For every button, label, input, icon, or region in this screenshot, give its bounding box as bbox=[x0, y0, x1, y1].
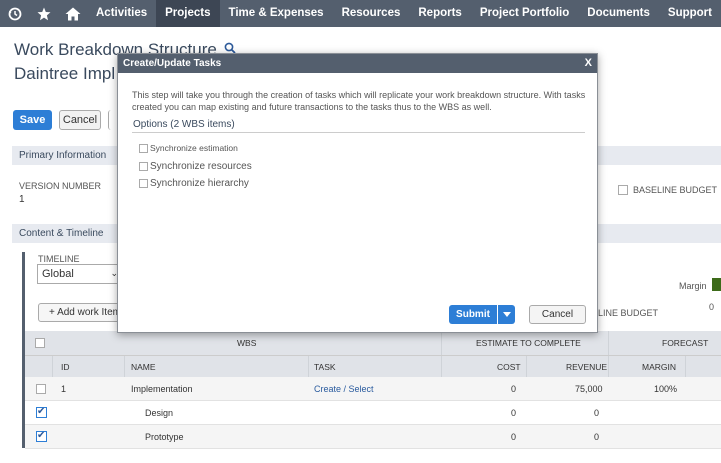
row-name: Implementation bbox=[131, 383, 193, 394]
table-column-header: ID NAME TASK COST REVENUE MARGIN bbox=[25, 355, 721, 377]
dialog-cancel-button[interactable]: Cancel bbox=[529, 305, 586, 324]
recent-icon[interactable] bbox=[0, 0, 29, 27]
nav-projects[interactable]: Projects bbox=[156, 0, 220, 27]
submit-button-group: Submit bbox=[449, 305, 515, 324]
col-cost[interactable]: COST bbox=[497, 356, 521, 377]
nav-activities[interactable]: Activities bbox=[87, 0, 156, 27]
table-row[interactable]: Prototype 0 0 bbox=[25, 425, 721, 449]
save-button[interactable]: Save bbox=[13, 110, 52, 130]
row-cost: 0 bbox=[511, 383, 517, 394]
timeline-select-value: Global bbox=[42, 268, 74, 280]
group-forecast: FORECAST bbox=[662, 338, 709, 348]
nav-time-expenses[interactable]: Time & Expenses bbox=[220, 0, 333, 27]
nav-reports[interactable]: Reports bbox=[409, 0, 470, 27]
col-revenue[interactable]: REVENUE bbox=[566, 356, 607, 377]
page-subtitle: Daintree Impl bbox=[14, 64, 116, 83]
row-id: 1 bbox=[61, 383, 67, 394]
row-task-link[interactable]: Create / Select bbox=[314, 377, 374, 400]
close-icon[interactable]: X bbox=[585, 54, 592, 73]
timeline-select[interactable]: Global ⌄ bbox=[37, 264, 123, 284]
version-number-value: 1 bbox=[19, 194, 25, 205]
baseline-budget-field[interactable]: BASELINE BUDGET bbox=[618, 185, 717, 195]
nav-project-portfolio[interactable]: Project Portfolio bbox=[471, 0, 578, 27]
table-group-header: WBS ESTIMATE TO COMPLETE FORECAST bbox=[25, 331, 721, 355]
add-work-item-button[interactable]: + Add work Item bbox=[38, 303, 123, 322]
select-all-checkbox[interactable] bbox=[35, 331, 45, 355]
home-icon[interactable] bbox=[58, 0, 87, 27]
synchronize-estimation-label: Synchronize estimation bbox=[150, 143, 238, 153]
margin-axis-zero: 0 bbox=[709, 302, 715, 312]
synchronize-resources-label: Synchronize resources bbox=[150, 161, 252, 172]
row-checkbox[interactable] bbox=[36, 401, 47, 424]
option-synchronize-hierarchy[interactable]: Synchronize hierarchy bbox=[139, 178, 249, 189]
margin-legend-label: Margin bbox=[679, 281, 707, 291]
row-name: Prototype bbox=[145, 431, 184, 442]
dialog-description: This step will take you through the crea… bbox=[132, 90, 586, 112]
group-wbs: WBS bbox=[237, 338, 257, 348]
col-id[interactable]: ID bbox=[61, 356, 70, 377]
options-title: Options (2 WBS items) bbox=[133, 119, 235, 130]
baseline-budget-checkbox[interactable] bbox=[618, 185, 628, 195]
chevron-down-icon bbox=[502, 312, 511, 317]
synchronize-estimation-checkbox[interactable] bbox=[139, 143, 148, 153]
table-row[interactable]: 1 Implementation Create / Select 0 75,00… bbox=[25, 377, 721, 401]
group-estimate-to-complete: ESTIMATE TO COMPLETE bbox=[476, 338, 581, 348]
col-task[interactable]: TASK bbox=[314, 356, 336, 377]
col-margin[interactable]: MARGIN bbox=[642, 356, 676, 377]
row-revenue: 0 bbox=[594, 431, 600, 442]
row-checkbox[interactable] bbox=[36, 377, 46, 400]
row-revenue: 0 bbox=[594, 407, 600, 418]
dialog-title: Create/Update Tasks bbox=[123, 58, 222, 69]
top-nav: Activities Projects Time & Expenses Reso… bbox=[0, 0, 721, 27]
baseline-budget-label: BASELINE BUDGET bbox=[633, 185, 718, 195]
dialog-header: Create/Update Tasks X bbox=[118, 54, 597, 73]
row-cost: 0 bbox=[511, 407, 517, 418]
option-synchronize-resources[interactable]: Synchronize resources bbox=[139, 161, 252, 172]
nav-support[interactable]: Support bbox=[659, 0, 721, 27]
options-divider bbox=[132, 132, 585, 133]
nav-resources[interactable]: Resources bbox=[333, 0, 410, 27]
synchronize-hierarchy-label: Synchronize hierarchy bbox=[150, 178, 249, 189]
col-name[interactable]: NAME bbox=[131, 356, 156, 377]
row-margin: 100% bbox=[654, 383, 678, 394]
star-icon[interactable] bbox=[29, 0, 58, 27]
option-synchronize-estimation[interactable]: Synchronize estimation bbox=[139, 143, 238, 153]
row-cost: 0 bbox=[511, 431, 517, 442]
table-row[interactable]: Design 0 0 bbox=[25, 401, 721, 425]
margin-bar bbox=[712, 278, 721, 291]
row-checkbox[interactable] bbox=[36, 425, 47, 448]
nav-documents[interactable]: Documents bbox=[578, 0, 659, 27]
row-revenue: 75,000 bbox=[575, 383, 603, 394]
submit-button[interactable]: Submit bbox=[449, 305, 497, 324]
version-number-label: VERSION NUMBER bbox=[19, 181, 102, 191]
actions-divider bbox=[108, 110, 116, 130]
create-update-tasks-dialog: Create/Update Tasks X This step will tak… bbox=[117, 53, 598, 333]
line-budget-label: LINE BUDGET bbox=[598, 308, 659, 318]
timeline-label: TIMELINE bbox=[38, 254, 80, 264]
synchronize-resources-checkbox[interactable] bbox=[139, 162, 148, 171]
submit-dropdown-arrow[interactable] bbox=[497, 305, 515, 324]
synchronize-hierarchy-checkbox[interactable] bbox=[139, 179, 148, 188]
cancel-button[interactable]: Cancel bbox=[59, 110, 101, 130]
row-name: Design bbox=[145, 407, 174, 418]
